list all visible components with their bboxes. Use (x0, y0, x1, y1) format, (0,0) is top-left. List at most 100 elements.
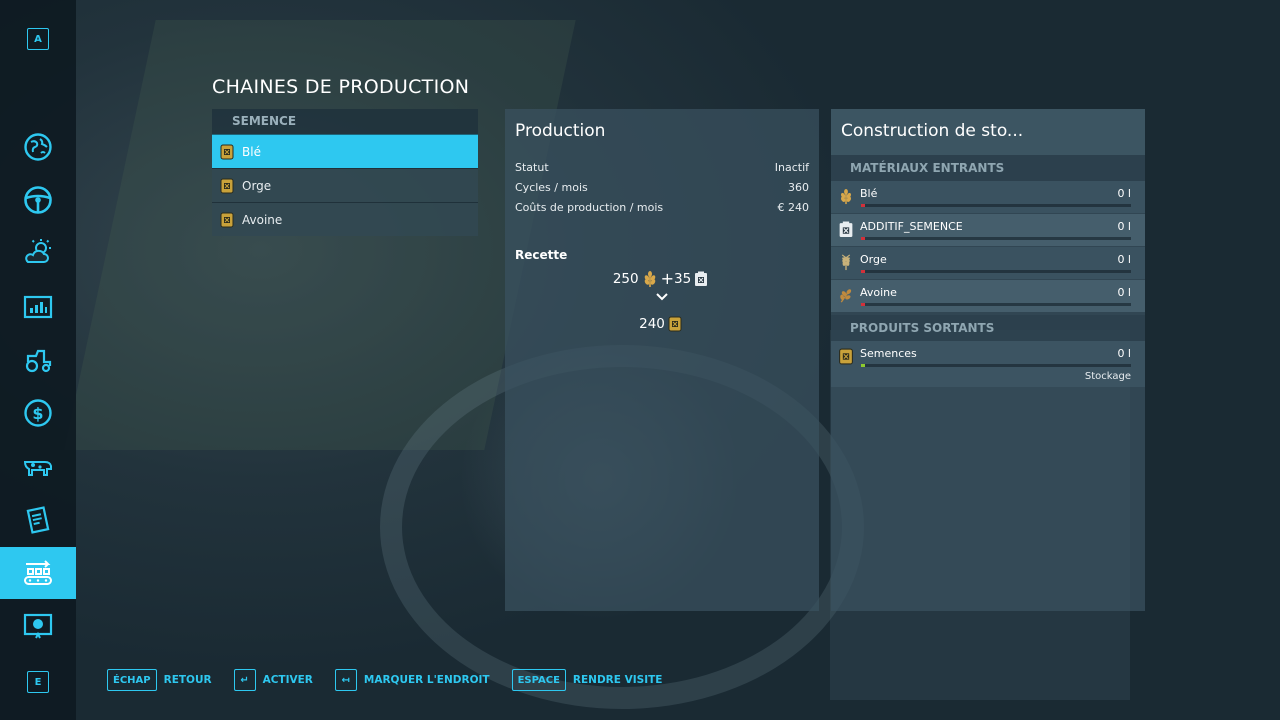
stat-value: 360 (788, 181, 809, 194)
stat-value: € 240 (777, 201, 810, 214)
sidebar-item-vehicle[interactable] (0, 174, 76, 226)
key-enter: ↵ (233, 669, 256, 691)
vehicles-tractor-icon (25, 349, 52, 373)
svg-text:$: $ (32, 404, 43, 423)
seed-bag-icon (220, 212, 234, 227)
key-space: ESPACE (511, 669, 566, 691)
stat-label: Coûts de production / mois (515, 201, 664, 214)
input-row-ble: Blé 0 l (831, 181, 1145, 213)
input-name: Orge (860, 253, 887, 266)
sidebar-item-production[interactable] (0, 547, 76, 599)
recipe-output: 240 (505, 316, 819, 332)
output-mode[interactable]: Stockage (1085, 371, 1131, 382)
sidebar-item-animals[interactable] (0, 440, 76, 492)
seed-bag-icon (668, 316, 682, 332)
barley-icon (841, 254, 851, 271)
input-row-avoine: Avoine 0 l (831, 280, 1145, 312)
chain-item-avoine[interactable]: Avoine (212, 202, 478, 236)
recipe-title: Recette (515, 248, 568, 262)
hint-mark-location[interactable]: ↤ MARQUER L'ENDROIT (334, 669, 490, 691)
input-fill-bar (861, 204, 1131, 207)
map-globe-icon (24, 133, 52, 161)
production-chain-list: SEMENCE Blé Orge Avoine (212, 109, 478, 236)
wheat-icon (841, 188, 851, 205)
output-name: Semences (860, 347, 917, 360)
key-escape: ÉCHAP (107, 669, 157, 691)
page-title: CHAINES DE PRODUCTION (212, 76, 470, 98)
seed-bag-icon (220, 144, 234, 159)
chain-item-label: Blé (242, 144, 261, 159)
weather-icon (25, 239, 51, 263)
production-title: Production (515, 121, 606, 141)
steering-wheel-icon (24, 186, 52, 214)
hint-label: RETOUR (163, 674, 212, 686)
recipe-arrow (505, 292, 819, 302)
additive-icon (839, 221, 853, 237)
input-amount: 0 l (1117, 187, 1131, 200)
sidebar-item-weather[interactable] (0, 226, 76, 278)
contracts-icon (26, 506, 50, 534)
recipe-input-amount: 250 (612, 270, 639, 287)
outputs-section-label: PRODUITS SORTANTS (831, 315, 1145, 341)
input-amount: 0 l (1117, 286, 1131, 299)
output-amount: 0 l (1117, 347, 1131, 360)
input-fill-level (861, 237, 865, 240)
sidebar-item-map[interactable] (0, 121, 76, 173)
hint-activate[interactable]: ↵ ACTIVER (233, 669, 313, 691)
input-name: ADDITIF_SEMENCE (860, 220, 963, 233)
recipe-output-amount: 240 (639, 316, 665, 332)
wheat-icon (644, 270, 655, 287)
production-chains-icon (24, 560, 52, 585)
stat-label: Cycles / mois (515, 181, 588, 194)
sidebar-item-contracts[interactable] (0, 494, 76, 546)
stat-value: Inactif (774, 161, 809, 174)
stat-label: Statut (515, 161, 549, 174)
recipe-input-amount: 35 (674, 270, 692, 287)
hint-visit[interactable]: ESPACE RENDRE VISITE (511, 669, 663, 691)
input-fill-level (861, 303, 865, 306)
input-name: Avoine (860, 286, 897, 299)
recipe-inputs: 250 + 35 (505, 269, 819, 288)
storage-title-bar: Construction de sto... (831, 109, 1145, 155)
sidebar-item-vehicles[interactable] (0, 334, 76, 386)
seeds-icon (839, 348, 853, 365)
chain-item-label: Avoine (242, 212, 283, 227)
hint-label: RENDRE VISITE (572, 674, 663, 686)
input-fill-bar (861, 237, 1131, 240)
chain-category-header: SEMENCE (212, 109, 478, 134)
input-row-orge: Orge 0 l (831, 247, 1145, 279)
chain-item-orge[interactable]: Orge (212, 168, 478, 202)
hint-label: ACTIVER (262, 674, 313, 686)
additive-icon (695, 271, 708, 286)
key-tab: ↤ (334, 669, 357, 691)
recipe-plus: + (660, 269, 674, 288)
chain-item-ble[interactable]: Blé (212, 134, 478, 168)
oat-icon (840, 289, 852, 303)
animals-icon (23, 461, 52, 476)
input-fill-bar (861, 270, 1131, 273)
finances-dollar-icon: $ (24, 399, 52, 427)
help-tips-icon (23, 613, 53, 639)
chevron-down-icon (656, 293, 668, 301)
sidebar-item-prices[interactable] (0, 281, 76, 333)
hint-label: MARQUER L'ENDROIT (363, 674, 490, 686)
sidebar-item-help[interactable] (0, 600, 76, 652)
sidebar-prev-key[interactable]: A (27, 28, 49, 50)
sidebar: A $ E (0, 0, 76, 720)
inputs-section-label: MATÉRIAUX ENTRANTS (831, 155, 1145, 181)
output-fill-bar (861, 364, 1131, 367)
input-fill-bar (861, 303, 1131, 306)
input-amount: 0 l (1117, 220, 1131, 233)
output-row-semences: Semences 0 l Stockage (831, 341, 1145, 387)
stat-row-cycles: Cycles / mois 360 (515, 181, 809, 201)
sidebar-next-key[interactable]: E (27, 671, 49, 693)
prices-chart-icon (23, 295, 53, 319)
input-name: Blé (860, 187, 878, 200)
sidebar-item-finances[interactable]: $ (0, 387, 76, 439)
production-panel: Production Statut Inactif Cycles / mois … (505, 109, 819, 611)
hint-back[interactable]: ÉCHAP RETOUR (107, 669, 212, 691)
chain-item-label: Orge (242, 178, 272, 193)
storage-panel: Construction de sto... MATÉRIAUX ENTRANT… (831, 109, 1145, 611)
storage-title: Construction de sto... (841, 121, 1024, 141)
output-fill-level (861, 364, 865, 367)
